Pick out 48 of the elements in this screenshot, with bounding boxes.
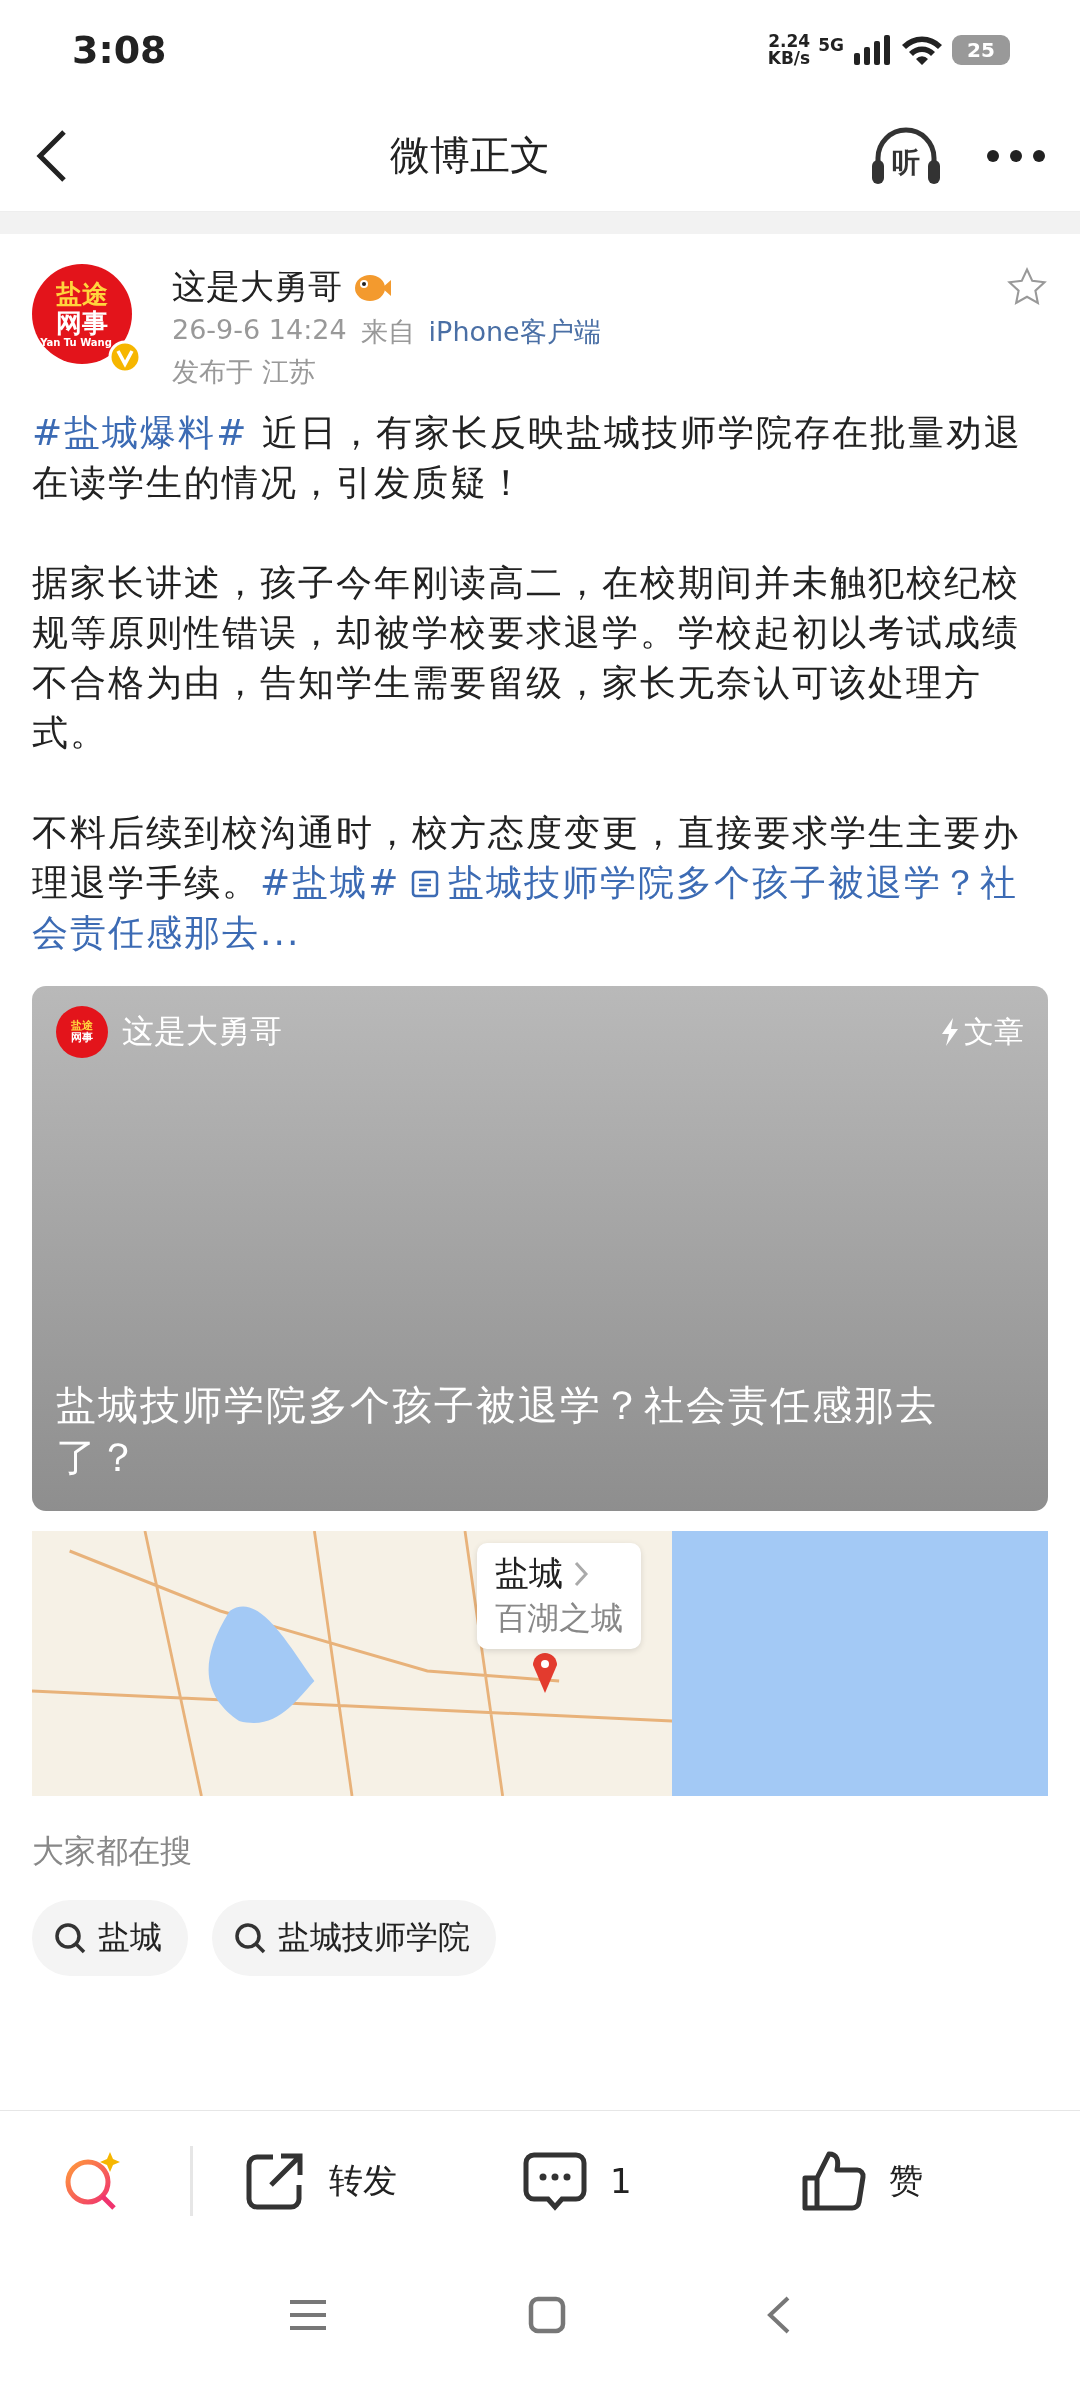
lightning-icon — [940, 1017, 960, 1047]
city-subtitle: 百湖之城 — [495, 1598, 623, 1639]
more-button[interactable] — [986, 148, 1046, 163]
network-speed: 2.24 — [768, 33, 811, 50]
card-author-name: 这是大勇哥 — [122, 1011, 282, 1052]
post-paragraph: 不料后续到校沟通时，校方态度变更，直接要求学生主要办理退学手续。#盐城# 盐城技师学院多个孩子被退学？社 会责任感那去... — [32, 811, 1021, 955]
comment-button[interactable]: 1 — [522, 2148, 801, 2213]
search-chip[interactable]: 盐城技师学院 — [212, 1900, 496, 1976]
repost-button[interactable]: 转发 — [243, 2148, 522, 2213]
hot-search-title: 大家都在搜 — [32, 1831, 193, 1872]
article-link[interactable]: 盐城技师学院多个孩子被退学？社 — [410, 862, 1019, 903]
location-callout[interactable]: 盐城 百湖之城 — [477, 1543, 641, 1649]
home-icon[interactable] — [528, 2296, 566, 2334]
city-name: 盐城 — [495, 1552, 563, 1595]
map-pin-icon — [530, 1651, 560, 1695]
avatar-logo-text: 网事 — [56, 308, 108, 338]
author-avatar[interactable]: 盐途 网事 Yan Tu Wang — [32, 264, 132, 364]
back-nav-icon[interactable] — [766, 2295, 792, 2335]
post-location: 发布于 江苏 — [172, 355, 317, 389]
article-card[interactable]: 盐途 网事 这是大勇哥 文章 盐城技师学院多个孩子被退学？社会责任感那去了？ — [32, 986, 1048, 1511]
avatar-caption: Yan Tu Wang — [40, 337, 112, 349]
source-label: 来自 — [360, 315, 415, 349]
article-link[interactable]: 会责任感那去... — [32, 912, 301, 953]
post-paragraph: #盐城爆料# 近日，有家长反映盐城技师学院存在批量劝退在读学生的情况，引发质疑！ — [32, 411, 1023, 505]
post-paragraph: 据家长讲述，孩子今年刚读高二，在校期间并未触犯校纪校规等原则性错误，却被学校要求退学。学校起初以考试成绩不合格为由，告知学生需要留级，家长无奈认可该处理方式。 — [32, 561, 1021, 755]
post-time: 26-9-6 14:24 — [172, 314, 347, 347]
listen-button[interactable]: 听 — [870, 123, 942, 188]
article-icon — [410, 869, 441, 899]
like-button[interactable]: 赞 — [801, 2147, 1080, 2214]
speed-unit: KB/s — [767, 50, 811, 67]
article-type-label: 文章 — [964, 1012, 1024, 1051]
author-name[interactable]: 这是大勇哥 — [172, 264, 342, 310]
menu-icon[interactable] — [288, 2298, 328, 2332]
search-chip[interactable]: 盐城 — [32, 1900, 188, 1976]
search-icon — [232, 1920, 268, 1956]
card-author-avatar: 盐途 网事 — [56, 1006, 108, 1058]
page-title: 微博正文 — [390, 131, 550, 180]
status-time: 3:08 — [72, 28, 167, 72]
signal-icon — [852, 33, 892, 67]
chevron-right-icon — [573, 1560, 589, 1588]
battery-indicator: 25 — [952, 35, 1010, 65]
source-link[interactable]: iPhone客户端 — [428, 314, 601, 350]
article-title: 盐城技师学院多个孩子被退学？社会责任感那去了？ — [56, 1381, 939, 1482]
topic-link[interactable]: #盐城# — [260, 862, 401, 903]
topic-link[interactable]: #盐城爆料# — [32, 412, 249, 453]
search-icon — [52, 1920, 88, 1956]
network-type: 5G — [818, 35, 844, 55]
avatar-logo-text: 盐途 — [56, 279, 108, 309]
